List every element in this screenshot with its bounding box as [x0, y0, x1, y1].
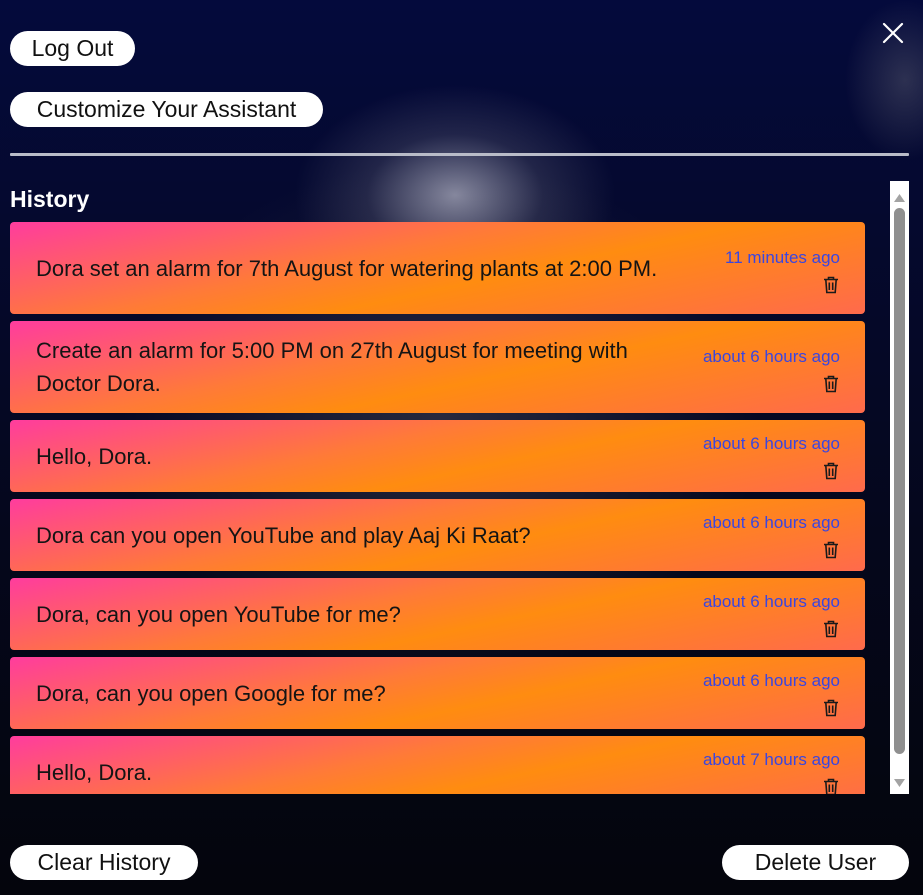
trash-icon[interactable]	[823, 699, 839, 717]
trash-icon[interactable]	[823, 541, 839, 559]
trash-icon[interactable]	[823, 276, 839, 294]
history-item[interactable]: Dora can you open YouTube and play Aaj K…	[10, 499, 865, 571]
history-item-time: about 6 hours ago	[702, 513, 840, 532]
divider	[10, 153, 909, 156]
logout-button[interactable]: Log Out	[10, 31, 135, 66]
scrollbar[interactable]	[890, 181, 909, 794]
chevron-up-icon[interactable]	[893, 190, 906, 202]
history-item[interactable]: Dora, can you open YouTube for me? about…	[10, 578, 865, 650]
trash-icon[interactable]	[823, 778, 839, 794]
trash-icon[interactable]	[823, 620, 839, 638]
history-item[interactable]: Dora set an alarm for 7th August for wat…	[10, 222, 865, 314]
clear-history-button[interactable]: Clear History	[10, 845, 198, 880]
history-item-text: Dora, can you open Google for me?	[36, 680, 386, 706]
history-title: History	[10, 186, 90, 212]
history-item-time: about 6 hours ago	[702, 592, 840, 611]
history-item-time: 11 minutes ago	[725, 248, 840, 267]
history-item-time: about 6 hours ago	[702, 671, 840, 690]
customize-assistant-button[interactable]: Customize Your Assistant	[10, 92, 323, 127]
history-item-text: Dora can you open YouTube and play Aaj K…	[36, 522, 531, 548]
trash-icon[interactable]	[823, 462, 839, 480]
history-item[interactable]: Dora, can you open Google for me? about …	[10, 657, 865, 729]
history-item-time: about 6 hours ago	[702, 347, 840, 366]
history-item-text: Dora, can you open YouTube for me?	[36, 601, 401, 627]
history-item[interactable]: Hello, Dora. about 6 hours ago	[10, 420, 865, 492]
history-item[interactable]: Hello, Dora. about 7 hours ago	[10, 736, 865, 794]
history-list[interactable]: Dora set an alarm for 7th August for wat…	[10, 222, 865, 794]
history-item-time: about 6 hours ago	[702, 434, 840, 453]
delete-user-button[interactable]: Delete User	[722, 845, 909, 880]
history-item-text: Create an alarm for 5:00 PM on 27th Augu…	[36, 338, 628, 396]
close-icon[interactable]	[878, 18, 908, 48]
history-item[interactable]: Create an alarm for 5:00 PM on 27th Augu…	[10, 321, 865, 413]
scrollbar-thumb[interactable]	[894, 208, 905, 754]
history-item-text: Hello, Dora.	[36, 443, 153, 469]
history-item-text: Hello, Dora.	[36, 759, 153, 785]
chevron-down-icon[interactable]	[893, 775, 906, 787]
trash-icon[interactable]	[823, 375, 839, 393]
history-item-time: about 7 hours ago	[702, 750, 840, 769]
